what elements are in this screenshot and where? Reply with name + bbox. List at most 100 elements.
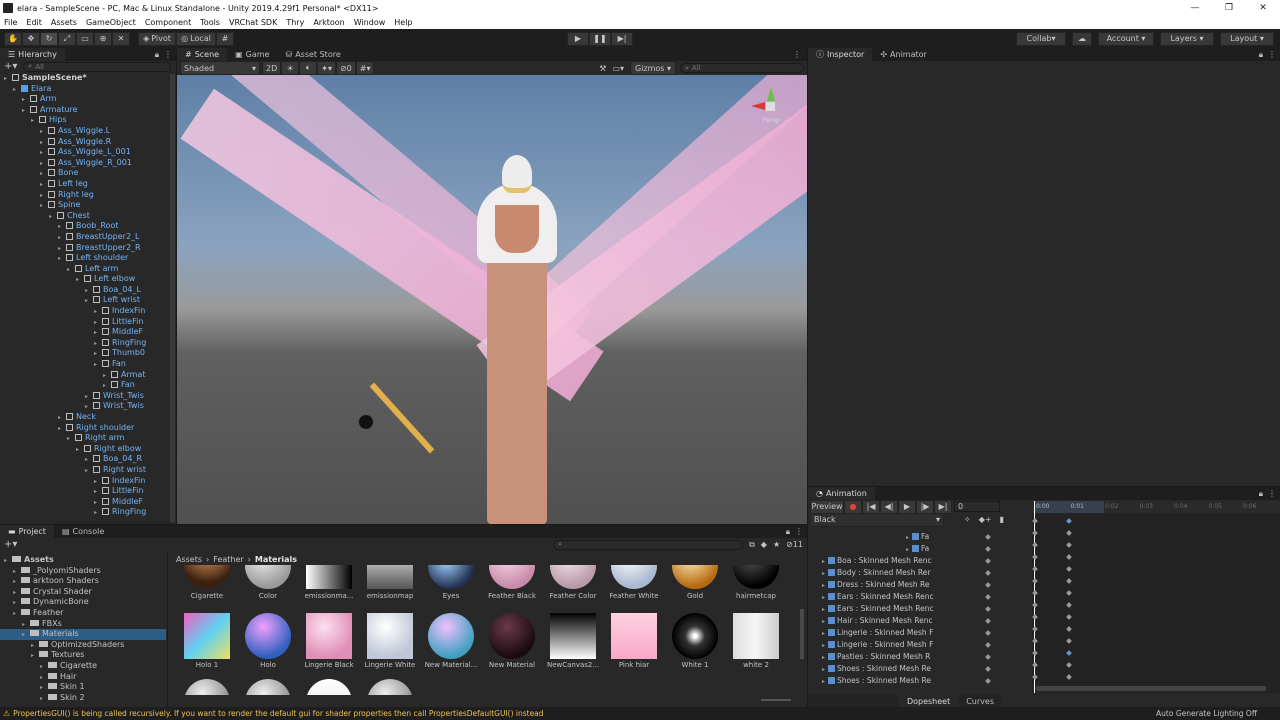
material-thumbnail[interactable]: [733, 613, 779, 659]
prev-frame-icon[interactable]: ◀|: [880, 499, 898, 514]
animation-property-row[interactable]: ▸ Pasties : Skinned Mesh R: [808, 651, 1002, 663]
animation-property-row[interactable]: ▸ Lingerie : Skinned Mesh F: [808, 627, 1002, 639]
tab-curves[interactable]: Curves: [958, 695, 1002, 708]
keyframe-diamond[interactable]: [1066, 638, 1072, 644]
expand-arrow-icon[interactable]: ▸: [85, 466, 93, 476]
animation-property-row[interactable]: ▸ Boa : Skinned Mesh Renc: [808, 555, 1002, 567]
animation-lock-icon[interactable]: 🔒︎: [1259, 489, 1263, 499]
expand-arrow-icon[interactable]: ▸: [13, 609, 21, 619]
hierarchy-row[interactable]: ▸ Left wrist: [0, 295, 176, 306]
expand-arrow-icon[interactable]: ▸: [94, 318, 102, 328]
keyframe-diamond[interactable]: [1066, 590, 1072, 596]
expand-arrow-icon[interactable]: ▸: [906, 546, 909, 553]
hierarchy-scrollbar[interactable]: [170, 74, 175, 522]
expand-arrow-icon[interactable]: ▸: [40, 159, 48, 169]
expand-arrow-icon[interactable]: ▸: [103, 381, 111, 391]
folder-row[interactable]: ▸ Assets: [0, 555, 166, 566]
expand-arrow-icon[interactable]: ▸: [22, 106, 30, 116]
scene-search-input[interactable]: ⌕ All: [680, 63, 804, 73]
breadcrumb-materials[interactable]: Materials: [255, 555, 297, 564]
custom-tool-icon[interactable]: ✕: [112, 31, 130, 46]
project-create-icon[interactable]: +▾: [4, 539, 17, 550]
expand-arrow-icon[interactable]: ▸: [76, 275, 84, 285]
expand-arrow-icon[interactable]: ▸: [85, 392, 93, 402]
expand-arrow-icon[interactable]: ▸: [40, 148, 48, 158]
hierarchy-row[interactable]: ▸ Ass_Wiggle.L: [0, 126, 176, 137]
hierarchy-row[interactable]: ▸ MiddleF: [0, 497, 176, 508]
hierarchy-row[interactable]: ▸ Armat: [0, 370, 176, 381]
menu-gameobject[interactable]: GameObject: [86, 18, 136, 27]
animation-property-row[interactable]: ▸ Shoes : Skinned Mesh Re: [808, 663, 1002, 675]
expand-arrow-icon[interactable]: ▸: [22, 620, 30, 630]
menu-window[interactable]: Window: [354, 18, 386, 27]
expand-arrow-icon[interactable]: ▸: [822, 618, 825, 625]
expand-arrow-icon[interactable]: ▸: [94, 360, 102, 370]
expand-arrow-icon[interactable]: ▸: [40, 127, 48, 137]
tab-inspector[interactable]: ⓘ Inspector: [808, 48, 873, 61]
material-thumbnail[interactable]: [611, 565, 657, 589]
material-thumbnail[interactable]: [550, 565, 596, 589]
material-thumbnail[interactable]: [184, 679, 230, 695]
lock-icon[interactable]: 🔒︎: [155, 50, 159, 60]
expand-arrow-icon[interactable]: ▸: [103, 371, 111, 381]
expand-arrow-icon[interactable]: ▸: [85, 455, 93, 465]
hierarchy-row[interactable]: ▸ Wrist_Twis: [0, 401, 176, 412]
expand-arrow-icon[interactable]: ▸: [22, 95, 30, 105]
hierarchy-row[interactable]: ▸ Boob_Root: [0, 221, 176, 232]
animation-property-row[interactable]: ▸ Lingerie : Skinned Mesh F: [808, 639, 1002, 651]
hierarchy-row[interactable]: ▸ Thumb0: [0, 348, 176, 359]
folder-row[interactable]: ▸ Skin 2: [0, 693, 166, 704]
folder-row[interactable]: ▸ OptimizedShaders: [0, 640, 166, 651]
hierarchy-row[interactable]: ▸ Fan: [0, 359, 176, 370]
material-thumbnail[interactable]: [367, 679, 413, 695]
rotate-tool-icon[interactable]: ↻: [40, 31, 58, 46]
property-keyframe-diamond[interactable]: [985, 642, 991, 648]
property-keyframe-diamond[interactable]: [985, 534, 991, 540]
hierarchy-row[interactable]: ▸ Left elbow: [0, 274, 176, 285]
animation-property-row[interactable]: ▸ Body : Skinned Mesh Rer: [808, 567, 1002, 579]
folder-row[interactable]: ▸ Textures: [0, 650, 166, 661]
hierarchy-row[interactable]: ▸ Fan: [0, 380, 176, 391]
hierarchy-row[interactable]: ▸ Armature: [0, 105, 176, 116]
clip-dropdown[interactable]: Black ▾: [810, 512, 944, 527]
tab-animator[interactable]: ✣ Animator: [872, 48, 934, 61]
more-menu-icon[interactable]: ⋮: [164, 50, 172, 59]
hierarchy-row[interactable]: ▸ Elara: [0, 84, 176, 95]
first-frame-icon[interactable]: |◀: [862, 499, 880, 514]
expand-arrow-icon[interactable]: ▸: [40, 662, 48, 672]
keyframe-diamond[interactable]: [1066, 566, 1072, 572]
tab-dopesheet[interactable]: Dopesheet: [898, 694, 959, 708]
inspector-lock-icon[interactable]: 🔒︎: [1259, 50, 1263, 60]
keyframe-diamond[interactable]: [1066, 578, 1072, 584]
scene-viewport[interactable]: Persp: [177, 75, 807, 524]
tab-asset-store[interactable]: ⛁ Asset Store: [277, 48, 348, 61]
expand-arrow-icon[interactable]: ▸: [13, 85, 21, 95]
expand-arrow-icon[interactable]: ▸: [58, 424, 66, 434]
hierarchy-row[interactable]: ▸ SampleScene*: [0, 73, 176, 84]
animation-property-row[interactable]: ▸ Hair : Skinned Mesh Renc: [808, 615, 1002, 627]
material-thumbnail[interactable]: [306, 679, 352, 695]
expand-arrow-icon[interactable]: ▸: [822, 654, 825, 661]
expand-arrow-icon[interactable]: ▸: [58, 222, 66, 232]
animation-more-icon[interactable]: ⋮: [1268, 489, 1276, 498]
hierarchy-row[interactable]: ▸ BreastUpper2_L: [0, 232, 176, 243]
keyframe-diamond[interactable]: [1066, 518, 1072, 524]
property-keyframe-diamond[interactable]: [985, 546, 991, 552]
expand-arrow-icon[interactable]: ▸: [822, 606, 825, 613]
property-keyframe-diamond[interactable]: [985, 594, 991, 600]
expand-arrow-icon[interactable]: ▸: [58, 244, 66, 254]
local-toggle[interactable]: ◎ Local: [176, 31, 216, 46]
hierarchy-row[interactable]: ▸ Bone: [0, 168, 176, 179]
filter-icon[interactable]: ✧: [964, 515, 971, 524]
expand-arrow-icon[interactable]: ▸: [31, 641, 39, 651]
close-button[interactable]: ✕: [1246, 3, 1280, 13]
inspector-more-icon[interactable]: ⋮: [1268, 50, 1276, 59]
expand-arrow-icon[interactable]: ▸: [58, 413, 66, 423]
gizmo-y-axis[interactable]: [767, 87, 775, 101]
expand-arrow-icon[interactable]: ▸: [67, 265, 75, 275]
property-keyframe-diamond[interactable]: [985, 678, 991, 684]
layout-dropdown[interactable]: Layout ▾: [1220, 31, 1274, 46]
keyframe-diamond[interactable]: [1066, 554, 1072, 560]
expand-arrow-icon[interactable]: ▸: [85, 286, 93, 296]
folder-row[interactable]: ▸ Hair: [0, 672, 166, 683]
